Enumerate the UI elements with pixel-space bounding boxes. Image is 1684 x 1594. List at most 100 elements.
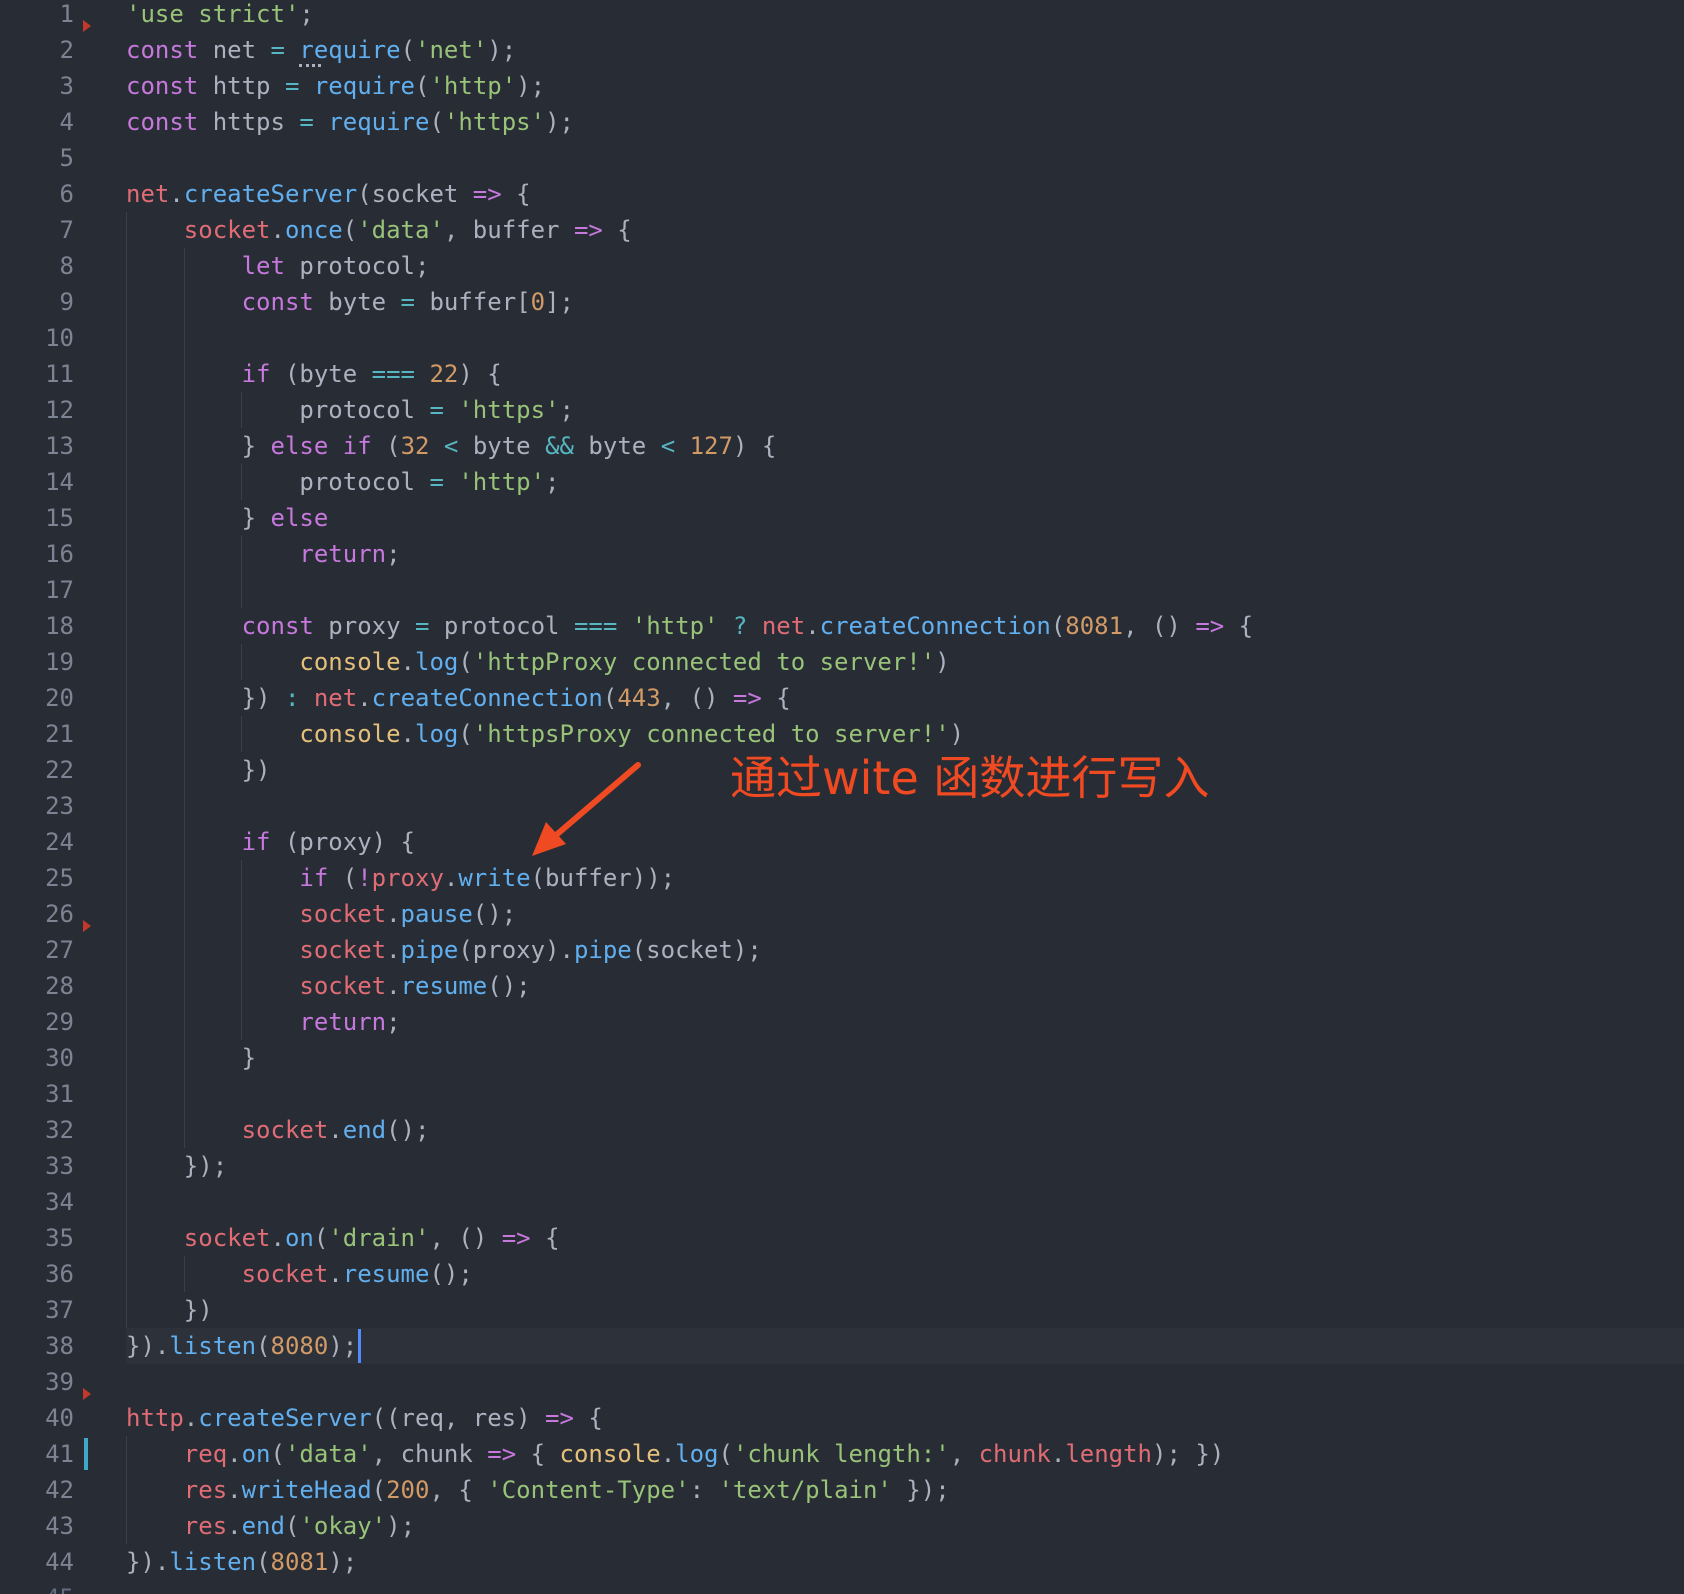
code-line[interactable]: socket.resume(); bbox=[126, 968, 1684, 1004]
code-line[interactable]: req.on('data', chunk => { console.log('c… bbox=[126, 1436, 1684, 1472]
code-token: = bbox=[270, 36, 285, 64]
code-token: ) { bbox=[458, 360, 502, 388]
code-line[interactable]: } else bbox=[126, 500, 1684, 536]
code-line[interactable]: if (!proxy.write(buffer)); bbox=[126, 860, 1684, 896]
code-token: pause bbox=[400, 900, 473, 928]
code-token: ( bbox=[371, 1476, 387, 1504]
code-line[interactable]: console.log('httpsProxy connected to ser… bbox=[126, 716, 1684, 752]
code-token: , () bbox=[429, 1224, 502, 1252]
code-line[interactable]: socket.end(); bbox=[126, 1112, 1684, 1148]
code-token: ); bbox=[487, 36, 517, 64]
code-line[interactable]: socket.on('drain', () => { bbox=[126, 1220, 1684, 1256]
code-token: = bbox=[299, 108, 314, 136]
code-line[interactable]: let protocol; bbox=[126, 248, 1684, 284]
code-token: ) { bbox=[732, 432, 777, 460]
code-line[interactable]: const proxy = protocol === 'http' ? net.… bbox=[126, 608, 1684, 644]
code-token: req bbox=[183, 1440, 228, 1468]
code-line[interactable]: socket.pipe(proxy).pipe(socket); bbox=[126, 932, 1684, 968]
code-token: log bbox=[415, 648, 459, 676]
code-line[interactable]: if (proxy) { bbox=[126, 824, 1684, 860]
code-line[interactable]: }).listen(8081); bbox=[126, 1544, 1684, 1580]
code-token: ( bbox=[270, 1440, 285, 1468]
code-token: ]; bbox=[545, 288, 574, 316]
indent-guide bbox=[241, 644, 243, 680]
code-line[interactable]: return; bbox=[126, 536, 1684, 572]
code-line[interactable]: socket.resume(); bbox=[126, 1256, 1684, 1292]
code-line[interactable] bbox=[126, 1364, 1684, 1400]
code-token: log bbox=[415, 720, 459, 748]
code-token: protocol bbox=[126, 468, 430, 496]
code-token: socket bbox=[299, 972, 387, 1000]
code-token: proxy bbox=[313, 612, 415, 640]
code-line[interactable]: } else if (32 < byte && byte < 127) { bbox=[126, 428, 1684, 464]
code-token: 'httpProxy connected to server!' bbox=[472, 648, 936, 676]
code-line[interactable] bbox=[126, 572, 1684, 608]
code-line[interactable]: if (byte === 22) { bbox=[126, 356, 1684, 392]
code-token: 8081 bbox=[1065, 612, 1124, 640]
code-token: socket bbox=[241, 1260, 329, 1288]
code-line[interactable]: protocol = 'http'; bbox=[126, 464, 1684, 500]
code-line[interactable] bbox=[126, 1184, 1684, 1220]
code-token: 200 bbox=[386, 1476, 430, 1504]
code-token: . bbox=[328, 1116, 343, 1144]
code-line[interactable]: return; bbox=[126, 1004, 1684, 1040]
indent-guide bbox=[183, 1256, 185, 1292]
code-token: . bbox=[227, 1440, 242, 1468]
code-line[interactable]: } bbox=[126, 1040, 1684, 1076]
code-line[interactable]: socket.once('data', buffer => { bbox=[126, 212, 1684, 248]
indent-guide bbox=[126, 1436, 127, 1544]
code-token: 443 bbox=[617, 684, 661, 712]
code-token: = bbox=[284, 72, 300, 100]
code-line[interactable]: const byte = buffer[0]; bbox=[126, 284, 1684, 320]
code-line[interactable]: socket.pause(); bbox=[126, 896, 1684, 932]
code-line[interactable] bbox=[126, 320, 1684, 356]
code-token: listen bbox=[169, 1548, 257, 1576]
code-token: ); bbox=[328, 1332, 358, 1360]
code-line[interactable]: res.writeHead(200, { 'Content-Type': 'te… bbox=[126, 1472, 1684, 1508]
code-line[interactable]: net.createServer(socket => { bbox=[126, 176, 1684, 212]
code-token: ( bbox=[429, 108, 444, 136]
code-token: 'http' bbox=[631, 612, 719, 640]
code-token: = bbox=[400, 288, 415, 316]
code-line[interactable] bbox=[126, 140, 1684, 176]
code-token: console bbox=[299, 720, 401, 748]
code-line[interactable]: }) bbox=[126, 1292, 1684, 1328]
code-line[interactable]: console.log('httpProxy connected to serv… bbox=[126, 644, 1684, 680]
code-token: && bbox=[545, 432, 574, 460]
code-token: ( bbox=[284, 1512, 300, 1540]
code-line[interactable]: http.createServer((req, res) => { bbox=[126, 1400, 1684, 1436]
code-line[interactable]: const https = require('https'); bbox=[126, 104, 1684, 140]
code-line[interactable]: const net = require('net'); bbox=[126, 32, 1684, 68]
code-line[interactable] bbox=[126, 1076, 1684, 1112]
code-token: ( bbox=[458, 720, 473, 748]
code-token: . bbox=[227, 1476, 242, 1504]
code-token: => bbox=[573, 216, 603, 244]
code-token: console bbox=[559, 1440, 661, 1468]
code-editor[interactable]: 1 2 3 4 5 6 7 8 9 10 11 12 13 14 15 16 17 18 19 20 21 22 23 24 2… bbox=[0, 0, 1684, 1594]
code-token: (); bbox=[472, 900, 517, 928]
code-token: write bbox=[458, 864, 531, 892]
code-token: createConnection bbox=[371, 684, 603, 712]
code-line[interactable]: }); bbox=[126, 1148, 1684, 1184]
code-token: => bbox=[501, 1224, 531, 1252]
code-line[interactable]: }) : net.createConnection(443, () => { bbox=[126, 680, 1684, 716]
code-line[interactable]: protocol = 'https'; bbox=[126, 392, 1684, 428]
code-line[interactable]: const http = require('http'); bbox=[126, 68, 1684, 104]
code-token: }). bbox=[126, 1332, 170, 1360]
code-token: 'http' bbox=[429, 72, 517, 100]
code-line[interactable]: res.end('okay'); bbox=[126, 1508, 1684, 1544]
code-token: : bbox=[689, 1476, 719, 1504]
code-line[interactable]: 'use strict'; bbox=[126, 0, 1684, 32]
code-token: return bbox=[299, 540, 387, 568]
code-token: socket bbox=[299, 936, 387, 964]
